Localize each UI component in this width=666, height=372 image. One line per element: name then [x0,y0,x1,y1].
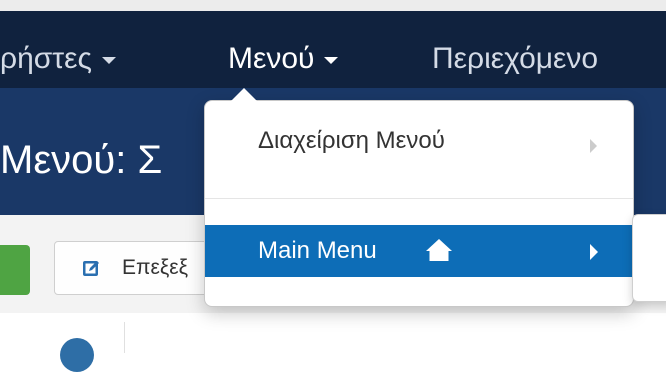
chevron-right-icon [590,244,598,260]
dropdown-item-main-menu[interactable]: Main Menu [205,225,633,277]
submenu-panel [632,214,666,302]
chevron-right-icon [590,139,597,153]
top-navbar: ρήστες Μενού Περιεχόμενο [0,11,666,88]
nav-item-users-label: ρήστες [0,42,92,75]
nav-item-menus-label: Μενού [228,42,315,75]
content-area [0,313,666,353]
caret-down-icon [101,56,116,64]
edit-button[interactable]: Επεξεξ [54,241,224,295]
nav-item-menus[interactable]: Μενού [228,41,339,77]
dropdown-item-manage-menus-label: Διαχείριση Μενού [258,127,445,154]
nav-item-content-label: Περιεχόμενο [432,42,599,75]
edit-button-label: Επεξεξ [122,256,189,279]
top-strip [0,0,666,11]
caret-down-icon [324,56,339,64]
edit-icon [83,261,99,276]
dropdown-divider [205,198,633,199]
nav-item-users[interactable]: ρήστες [0,41,116,77]
dropdown-pointer [231,88,257,101]
help-icon[interactable] [60,338,94,372]
divider [124,322,125,353]
menus-dropdown: Διαχείριση Μενού Main Menu [204,100,634,307]
new-button[interactable] [0,245,30,295]
page-title: Μενού: Σ [0,138,163,182]
dropdown-item-main-menu-label: Main Menu [258,237,377,264]
dropdown-item-manage-menus[interactable]: Διαχείριση Μενού [205,121,633,169]
home-icon [426,239,452,261]
nav-item-content[interactable]: Περιεχόμενο [432,41,598,77]
